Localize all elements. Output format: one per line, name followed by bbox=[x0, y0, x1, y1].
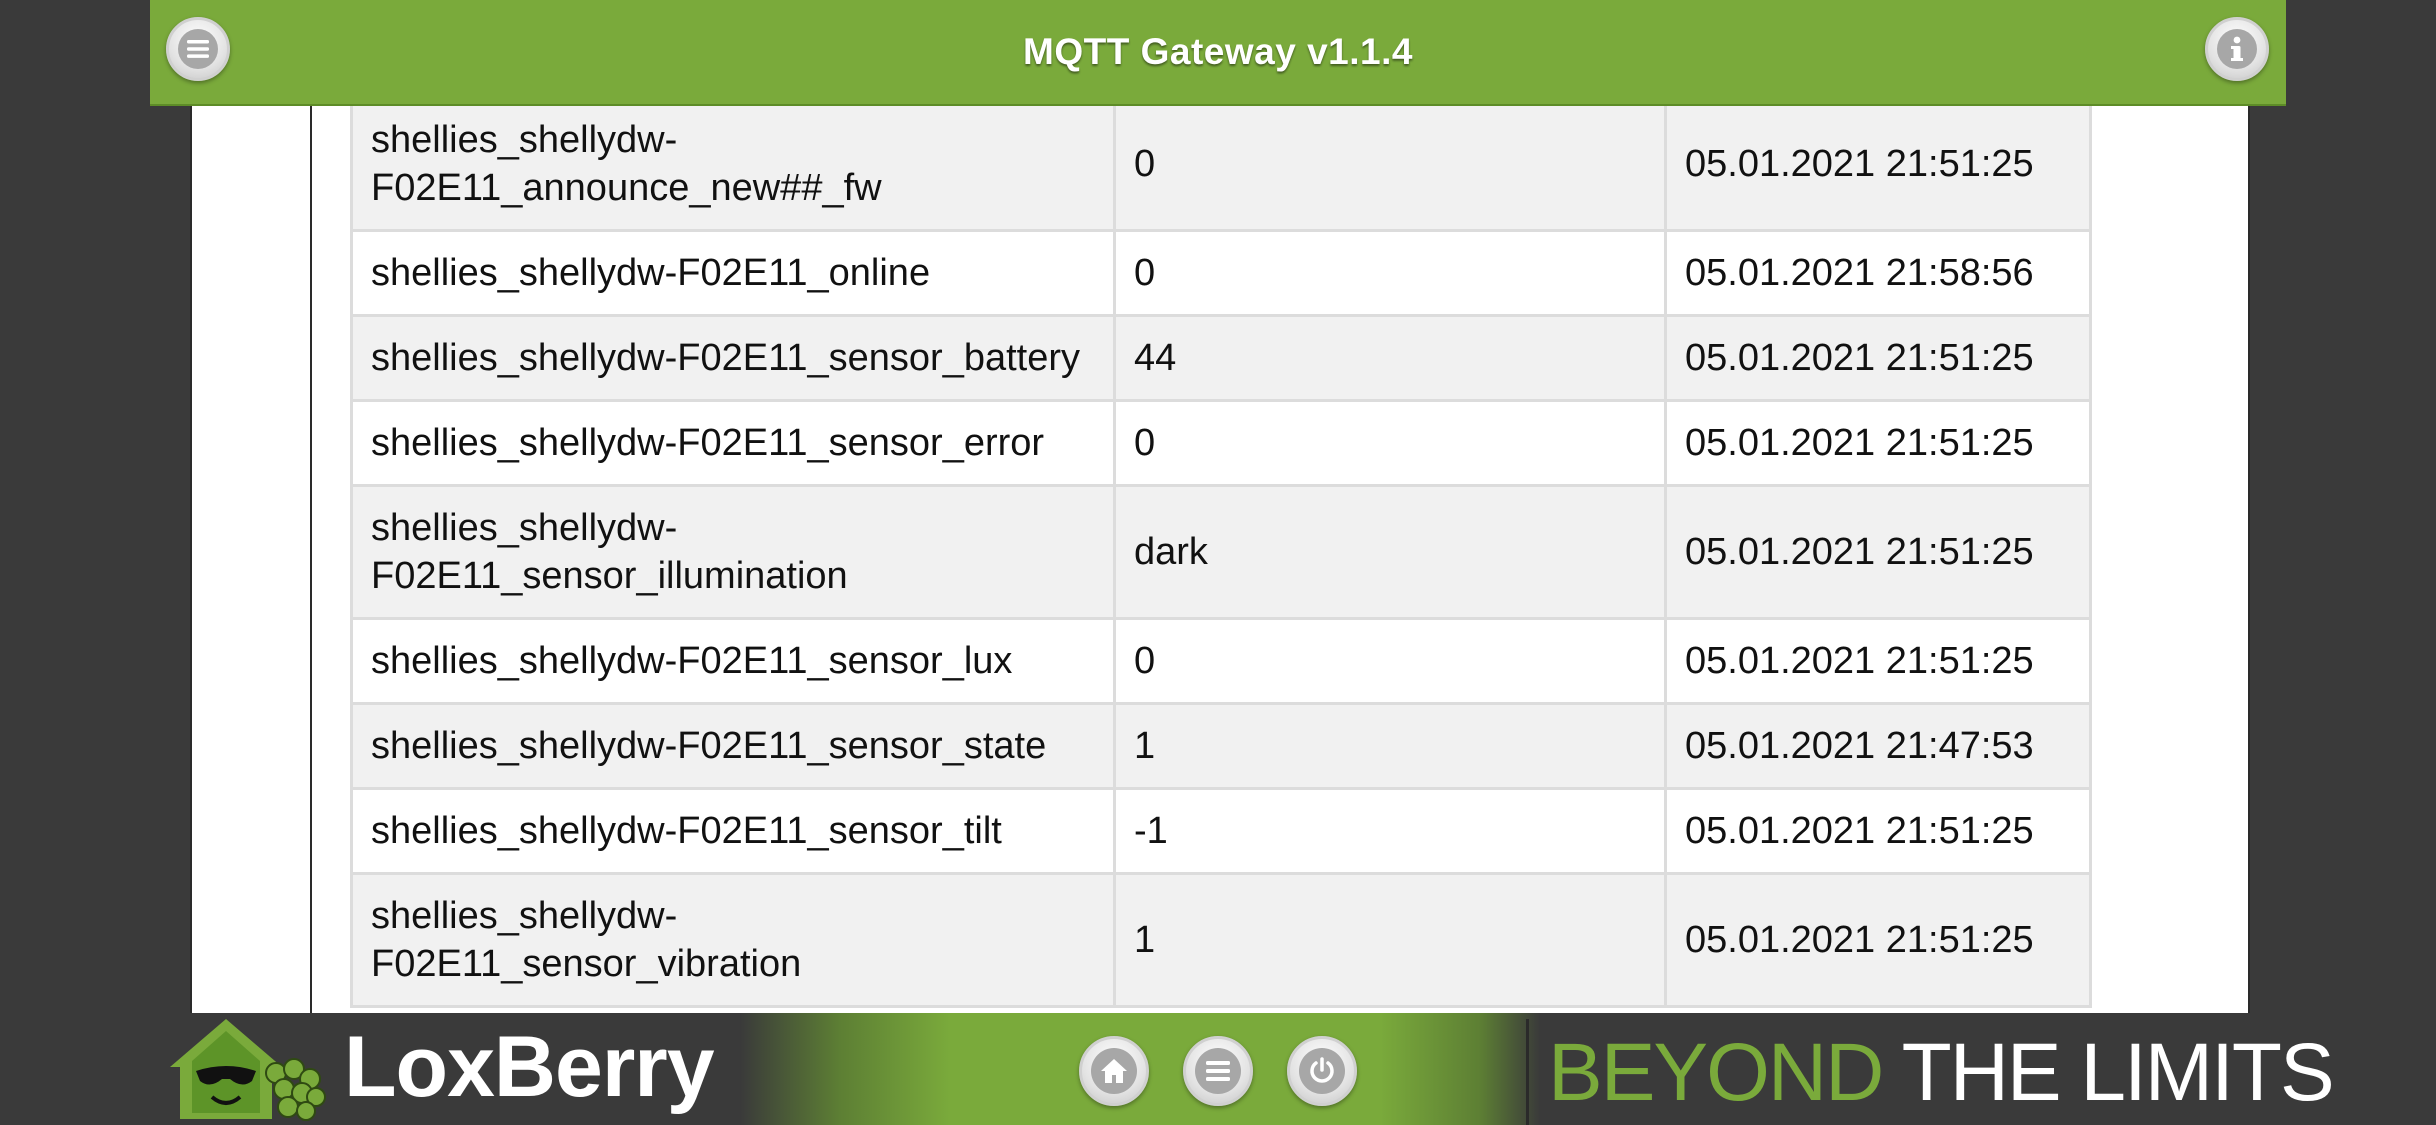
topic-cell: shellies_shellydw-F02E11_sensor_tilt bbox=[350, 787, 1116, 875]
table-row: shellies_shellydw-F02E11_sensor_error 0 … bbox=[350, 399, 2092, 487]
value-cell: 0 bbox=[1113, 229, 1667, 317]
value-cell: -1 bbox=[1113, 787, 1667, 875]
table-row: shellies_shellydw-F02E11_sensor_tilt -1 … bbox=[350, 787, 2092, 875]
value-cell: 1 bbox=[1113, 872, 1667, 1008]
timestamp-cell: 05.01.2021 21:51:25 bbox=[1664, 787, 2092, 875]
info-icon bbox=[2217, 29, 2257, 69]
page-title: MQTT Gateway v1.1.4 bbox=[1023, 31, 1413, 72]
topic-cell: shellies_shellydw-F02E11_online bbox=[350, 229, 1116, 317]
table-row: shellies_shellydw-F02E11_sensor_battery … bbox=[350, 314, 2092, 402]
mqtt-topics-table: shellies_shellydw-F02E11_announce_new##_… bbox=[350, 96, 2092, 1008]
slogan-beyond: BEYOND bbox=[1548, 1027, 1884, 1118]
timestamp-cell: 05.01.2021 21:58:56 bbox=[1664, 229, 2092, 317]
value-cell: 44 bbox=[1113, 314, 1667, 402]
table-row: shellies_shellydw-F02E11_sensor_vibratio… bbox=[350, 872, 2092, 1008]
table-row: shellies_shellydw-F02E11_sensor_illumina… bbox=[350, 484, 2092, 620]
topic-cell: shellies_shellydw-F02E11_sensor_lux bbox=[350, 617, 1116, 705]
home-icon bbox=[1091, 1048, 1137, 1094]
app-screen: shellies_shellydw-F02E11_announce_new##_… bbox=[0, 0, 2436, 1125]
value-cell: 0 bbox=[1113, 617, 1667, 705]
app-header: MQTT Gateway v1.1.4 bbox=[150, 0, 2286, 106]
topic-cell: shellies_shellydw-F02E11_announce_new##_… bbox=[350, 96, 1116, 232]
menu-icon bbox=[178, 29, 218, 69]
power-icon bbox=[1299, 1048, 1345, 1094]
menu-button[interactable] bbox=[166, 17, 230, 81]
value-cell: 1 bbox=[1113, 702, 1667, 790]
table-row: shellies_shellydw-F02E11_sensor_lux 0 05… bbox=[350, 617, 2092, 705]
power-button[interactable] bbox=[1287, 1036, 1357, 1106]
topic-cell: shellies_shellydw-F02E11_sensor_vibratio… bbox=[350, 872, 1116, 1008]
topic-cell: shellies_shellydw-F02E11_sensor_battery bbox=[350, 314, 1116, 402]
timestamp-cell: 05.01.2021 21:51:25 bbox=[1664, 314, 2092, 402]
timestamp-cell: 05.01.2021 21:51:25 bbox=[1664, 617, 2092, 705]
timestamp-cell: 05.01.2021 21:51:25 bbox=[1664, 484, 2092, 620]
value-cell: dark bbox=[1113, 484, 1667, 620]
table-row: shellies_shellydw-F02E11_announce_new##_… bbox=[350, 96, 2092, 232]
brand-name: LoxBerry bbox=[344, 1019, 715, 1115]
table-row: shellies_shellydw-F02E11_sensor_state 1 … bbox=[350, 702, 2092, 790]
footer-slogan: BEYOND THE LIMITS bbox=[1548, 1020, 2335, 1125]
topic-cell: shellies_shellydw-F02E11_sensor_illumina… bbox=[350, 484, 1116, 620]
timestamp-cell: 05.01.2021 21:51:25 bbox=[1664, 96, 2092, 232]
table-row: shellies_shellydw-F02E11_online 0 05.01.… bbox=[350, 229, 2092, 317]
footer-divider bbox=[1526, 1019, 1529, 1125]
timestamp-cell: 05.01.2021 21:51:25 bbox=[1664, 872, 2092, 1008]
home-button[interactable] bbox=[1079, 1036, 1149, 1106]
timestamp-cell: 05.01.2021 21:51:25 bbox=[1664, 399, 2092, 487]
slogan-the-limits: THE LIMITS bbox=[1901, 1027, 2335, 1118]
topic-cell: shellies_shellydw-F02E11_sensor_error bbox=[350, 399, 1116, 487]
footer-menu-button[interactable] bbox=[1183, 1036, 1253, 1106]
info-button[interactable] bbox=[2205, 17, 2269, 81]
timestamp-cell: 05.01.2021 21:47:53 bbox=[1664, 702, 2092, 790]
value-cell: 0 bbox=[1113, 399, 1667, 487]
menu-icon bbox=[1195, 1048, 1241, 1094]
panel-divider bbox=[310, 100, 312, 1015]
loxberry-logo-icon bbox=[170, 1019, 326, 1121]
topic-cell: shellies_shellydw-F02E11_sensor_state bbox=[350, 702, 1116, 790]
value-cell: 0 bbox=[1113, 96, 1667, 232]
